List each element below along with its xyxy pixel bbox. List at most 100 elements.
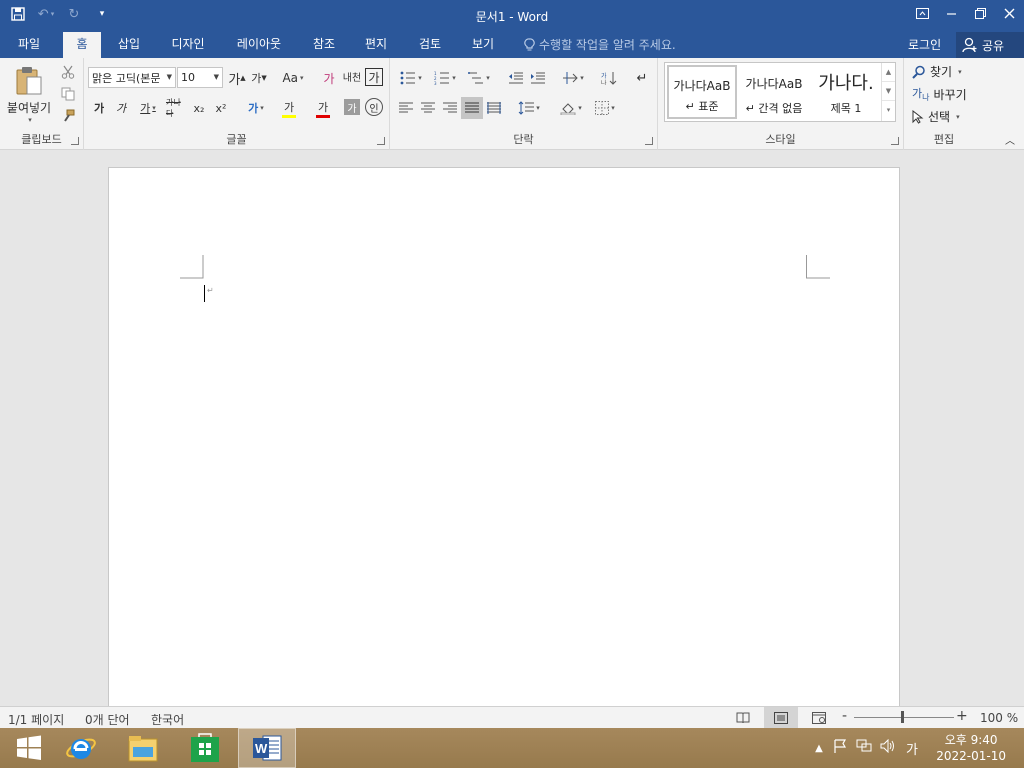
share-button[interactable]: 공유 [956, 32, 1024, 58]
tab-layout[interactable]: 레이아웃 [230, 32, 288, 58]
status-bar: 1/1 페이지 0개 단어 한국어 - + 100 % [0, 706, 1024, 728]
align-left-icon[interactable] [396, 98, 416, 118]
style-normal[interactable]: 가나다AaB ↵ 표준 [667, 65, 737, 119]
font-name-combo[interactable]: 맑은 고딕(본문 ▼ [88, 67, 176, 88]
justify-icon[interactable] [461, 97, 483, 119]
show-hidden-icons-icon[interactable]: ▲ [810, 743, 828, 754]
multilevel-list-icon[interactable]: ▾ [464, 68, 494, 88]
replace-button[interactable]: 가나 바꾸기 [912, 85, 967, 103]
page-count[interactable]: 1/1 페이지 [8, 711, 64, 728]
increase-indent-icon[interactable] [528, 68, 548, 88]
find-button[interactable]: 찾기 ▾ [912, 63, 962, 80]
print-layout-icon[interactable] [764, 707, 798, 728]
copy-icon[interactable] [58, 84, 78, 104]
internet-explorer-icon [66, 738, 96, 759]
zoom-in-button[interactable]: + [956, 708, 968, 724]
zoom-out-button[interactable]: - [842, 708, 847, 724]
taskbar-word[interactable]: W [238, 728, 296, 768]
style-no-spacing[interactable]: 가나다AaB ↵ 간격 없음 [739, 65, 809, 119]
taskbar-store[interactable] [176, 728, 234, 768]
font-color-button[interactable]: 가 [308, 98, 338, 118]
tell-me-search[interactable]: 수행할 작업을 알려 주세요. [524, 36, 676, 53]
tab-file[interactable]: 파일 [2, 32, 56, 58]
tab-review[interactable]: 검토 [410, 32, 450, 58]
word-count[interactable]: 0개 단어 [85, 711, 130, 728]
enclose-chars-button[interactable]: 인 [365, 98, 383, 116]
numbering-icon[interactable]: 1 2 3 ▾ [430, 68, 460, 88]
tab-references[interactable]: 참조 [304, 32, 344, 58]
tab-design[interactable]: 디자인 [164, 32, 212, 58]
start-button[interactable] [0, 728, 58, 768]
font-color-swatch [316, 114, 330, 118]
shading-icon[interactable]: ▾ [556, 98, 586, 118]
borders-icon[interactable]: ▾ [590, 98, 620, 118]
bold-button[interactable]: 가 [90, 98, 108, 118]
show-formatting-marks-icon[interactable]: ↵ [632, 68, 652, 88]
gallery-down-icon[interactable]: ▼ [882, 82, 895, 101]
zoom-slider-track[interactable] [854, 717, 954, 718]
distributed-icon[interactable] [484, 98, 504, 118]
asian-layout-icon[interactable]: ▾ [558, 68, 588, 88]
paste-button[interactable]: 붙여넣기 ▾ [4, 62, 54, 126]
zoom-slider-thumb[interactable] [901, 711, 904, 723]
network-icon[interactable] [852, 739, 876, 757]
paragraph-launcher-icon[interactable] [645, 137, 653, 145]
italic-button[interactable]: 가 [112, 98, 130, 118]
web-layout-icon[interactable] [802, 707, 836, 728]
document-area[interactable]: ↵ [0, 150, 1024, 706]
paste-dropdown-arrow[interactable]: ▾ [28, 116, 32, 124]
minimize-icon[interactable] [937, 0, 966, 26]
ribbon-display-options-icon[interactable] [908, 0, 937, 26]
line-spacing-icon[interactable]: ▾ [514, 98, 544, 118]
collapse-ribbon-icon[interactable]: ︿ [1002, 132, 1018, 147]
ime-indicator[interactable]: 가 [900, 739, 924, 758]
svg-text:나: 나 [601, 79, 607, 85]
align-center-icon[interactable] [418, 98, 438, 118]
underline-button[interactable]: 가 ▾ [134, 98, 162, 118]
style-heading-1[interactable]: 가나다. 제목 1 [811, 65, 881, 119]
bullets-icon[interactable]: ▾ [396, 68, 426, 88]
close-icon[interactable] [995, 0, 1024, 26]
text-effects-button[interactable]: 가 ▾ [242, 98, 270, 118]
highlight-color-button[interactable]: 가 [274, 98, 304, 118]
change-case-button[interactable]: Aa ▾ [278, 68, 308, 88]
format-painter-icon[interactable] [58, 106, 78, 126]
sort-icon[interactable]: 가나 [598, 68, 620, 88]
font-launcher-icon[interactable] [377, 137, 385, 145]
select-button[interactable]: 선택 ▾ [912, 108, 960, 125]
phonetic-guide-button[interactable]: 내천 [342, 66, 362, 86]
taskbar-internet-explorer[interactable] [52, 728, 110, 768]
tab-mailings[interactable]: 편지 [356, 32, 396, 58]
cut-icon[interactable] [58, 62, 78, 82]
action-center-flag-icon[interactable] [828, 739, 852, 757]
font-name-dropdown-arrow[interactable]: ▼ [167, 73, 172, 81]
styles-launcher-icon[interactable] [891, 137, 899, 145]
char-shading-button[interactable]: 가 [344, 99, 360, 115]
font-size-dropdown-arrow[interactable]: ▼ [214, 73, 219, 81]
strikethrough-button[interactable]: 가나다 [166, 98, 188, 118]
decrease-indent-icon[interactable] [506, 68, 526, 88]
grow-font-button[interactable]: 가 ▲ [227, 68, 247, 88]
shrink-font-button[interactable]: 가 ▼ [249, 68, 269, 88]
taskbar-file-explorer[interactable] [114, 728, 172, 768]
gallery-more-icon[interactable]: ▾ [882, 101, 895, 120]
restore-icon[interactable] [966, 0, 995, 26]
tab-insert[interactable]: 삽입 [108, 32, 150, 58]
sign-in-link[interactable]: 로그인 [908, 36, 941, 53]
read-mode-icon[interactable] [726, 707, 760, 728]
zoom-level[interactable]: 100 % [980, 711, 1018, 725]
clock[interactable]: 오후 9:40 2022-01-10 [936, 732, 1006, 764]
document-page[interactable]: ↵ [108, 167, 900, 706]
clipboard-launcher-icon[interactable] [71, 137, 79, 145]
volume-icon[interactable] [876, 738, 900, 757]
font-size-combo[interactable]: 10 ▼ [177, 67, 223, 88]
tab-home[interactable]: 홈 [63, 32, 101, 58]
clear-formatting-button[interactable]: 가 [319, 68, 339, 88]
subscript-button[interactable]: x₂ [190, 98, 208, 118]
language-status[interactable]: 한국어 [151, 711, 184, 728]
align-right-icon[interactable] [440, 98, 460, 118]
gallery-up-icon[interactable]: ▲ [882, 63, 895, 82]
char-border-button[interactable]: 가 [365, 68, 383, 86]
superscript-button[interactable]: x² [212, 98, 230, 118]
tab-view[interactable]: 보기 [463, 32, 503, 58]
